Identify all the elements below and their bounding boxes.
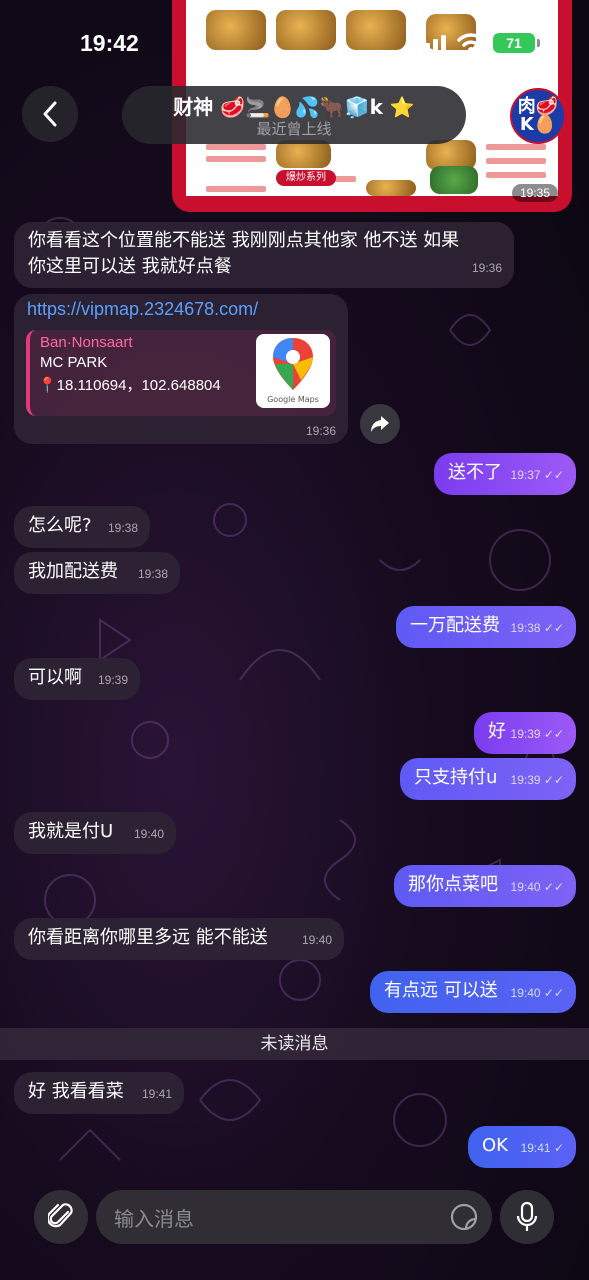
message-text: 好 — [488, 721, 506, 742]
outgoing-message[interactable]: 只支持付u 19:39 ✓✓ — [400, 758, 576, 800]
sticker-icon[interactable] — [450, 1203, 478, 1231]
message-time: 19:36 — [471, 261, 502, 275]
message-time: 19:35 — [511, 184, 558, 202]
message-text: 我加配送费 — [28, 561, 118, 582]
battery-cap — [537, 39, 540, 47]
chevron-left-icon — [43, 101, 57, 127]
outgoing-message[interactable]: OK 19:41 ✓ — [468, 1126, 576, 1168]
microphone-icon — [516, 1201, 538, 1231]
message-input-placeholder: 输入消息 — [114, 1207, 194, 1231]
share-arrow-icon — [371, 416, 389, 432]
attach-button[interactable] — [34, 1190, 88, 1244]
message-text: 那你点菜吧 — [408, 874, 498, 895]
microphone-button[interactable] — [500, 1190, 554, 1244]
message-text: 只支持付u — [414, 767, 498, 788]
message-text: 好 我看看菜 — [28, 1081, 124, 1102]
message-time-read: 19:39 ✓✓ — [510, 727, 564, 741]
last-seen-status: 最近曾上线 — [256, 120, 332, 138]
message-time: 19:41 — [141, 1087, 172, 1101]
avatar[interactable]: 肉🥩 K🥚 — [510, 88, 566, 144]
menu-banner: 爆炒系列 — [276, 170, 336, 186]
message-text: OK — [482, 1135, 508, 1156]
message-text: 可以啊 — [28, 667, 82, 688]
message-time-read: 19:41 ✓ — [520, 1141, 564, 1155]
wifi-icon — [457, 33, 485, 53]
message-time: 19:40 — [133, 827, 164, 841]
link-preview[interactable]: Ban·Nonsaart MC PARK 📍18.110694，102.6488… — [26, 330, 336, 416]
message-link[interactable]: https://vipmap.2324678.com/ — [27, 299, 258, 320]
incoming-message[interactable]: 可以啊 19:39 — [14, 658, 140, 700]
message-time: 19:38 — [137, 567, 168, 581]
unread-messages-divider: 未读消息 — [0, 1028, 589, 1060]
message-time: 19:40 — [301, 933, 332, 947]
cellular-signal-icon — [417, 35, 446, 53]
google-maps-thumbnail: Google Maps — [256, 334, 330, 408]
chat-header[interactable]: 财神 🥩🚬🥚💦🐂🧊k ⭐ 最近曾上线 — [122, 86, 466, 144]
message-text: 你这里可以送 我就好点餐 — [28, 256, 232, 277]
message-input[interactable]: 输入消息 — [96, 1190, 492, 1244]
message-text: 送不了 — [448, 462, 502, 483]
message-text: 你看距离你哪里多远 能不能送 — [28, 927, 268, 948]
outgoing-message[interactable]: 一万配送费 19:38 ✓✓ — [396, 606, 576, 648]
thumbnail-label: Google Maps — [267, 395, 319, 404]
back-button[interactable] — [22, 86, 78, 142]
incoming-message[interactable]: 我加配送费 19:38 — [14, 552, 180, 594]
status-bar: 19:42 71 — [0, 0, 589, 80]
chat-title: 财神 🥩🚬🥚💦🐂🧊k ⭐ — [173, 95, 415, 119]
outgoing-message[interactable]: 送不了 19:37 ✓✓ — [434, 453, 576, 495]
incoming-message[interactable]: 怎么呢? 19:38 — [14, 506, 150, 548]
message-time-read: 19:40 ✓✓ — [510, 986, 564, 1000]
message-time: 19:36 — [305, 424, 336, 438]
message-text: 有点远 可以送 — [384, 980, 498, 1001]
message-time-read: 19:37 ✓✓ — [510, 468, 564, 482]
message-text: 怎么呢? — [28, 515, 92, 536]
battery-indicator: 71 — [493, 33, 535, 53]
message-time-read: 19:40 ✓✓ — [510, 880, 564, 894]
preview-site-name: Ban·Nonsaart — [40, 334, 133, 351]
incoming-message[interactable]: 好 我看看菜 19:41 — [14, 1072, 184, 1114]
preview-description: 📍18.110694，102.648804 — [38, 377, 221, 394]
outgoing-message[interactable]: 好 19:39 ✓✓ — [474, 712, 576, 754]
outgoing-message[interactable]: 有点远 可以送 19:40 ✓✓ — [370, 971, 576, 1013]
message-text: 一万配送费 — [410, 615, 500, 636]
forward-button[interactable] — [360, 404, 400, 444]
map-pin-icon — [273, 338, 313, 390]
incoming-link-message[interactable]: https://vipmap.2324678.com/ Ban·Nonsaart… — [14, 294, 348, 444]
avatar-line-2: K🥚 — [519, 114, 557, 135]
status-time: 19:42 — [80, 30, 139, 56]
message-time-read: 19:39 ✓✓ — [510, 773, 564, 787]
incoming-message[interactable]: 你看距离你哪里多远 能不能送 19:40 — [14, 918, 344, 960]
paperclip-icon — [48, 1203, 73, 1228]
preview-title: MC PARK — [40, 354, 108, 371]
message-time: 19:39 — [97, 673, 128, 687]
incoming-message[interactable]: 你看看这个位置能不能送 我刚刚点其他家 他不送 如果 你这里可以送 我就好点餐 … — [14, 222, 514, 288]
message-time-read: 19:38 ✓✓ — [510, 621, 564, 635]
message-text: 我就是付U — [28, 821, 114, 842]
message-text: 你看看这个位置能不能送 我刚刚点其他家 他不送 如果 — [28, 230, 460, 251]
message-time: 19:38 — [107, 521, 138, 535]
outgoing-message[interactable]: 那你点菜吧 19:40 ✓✓ — [394, 865, 576, 907]
incoming-message[interactable]: 我就是付U 19:40 — [14, 812, 176, 854]
